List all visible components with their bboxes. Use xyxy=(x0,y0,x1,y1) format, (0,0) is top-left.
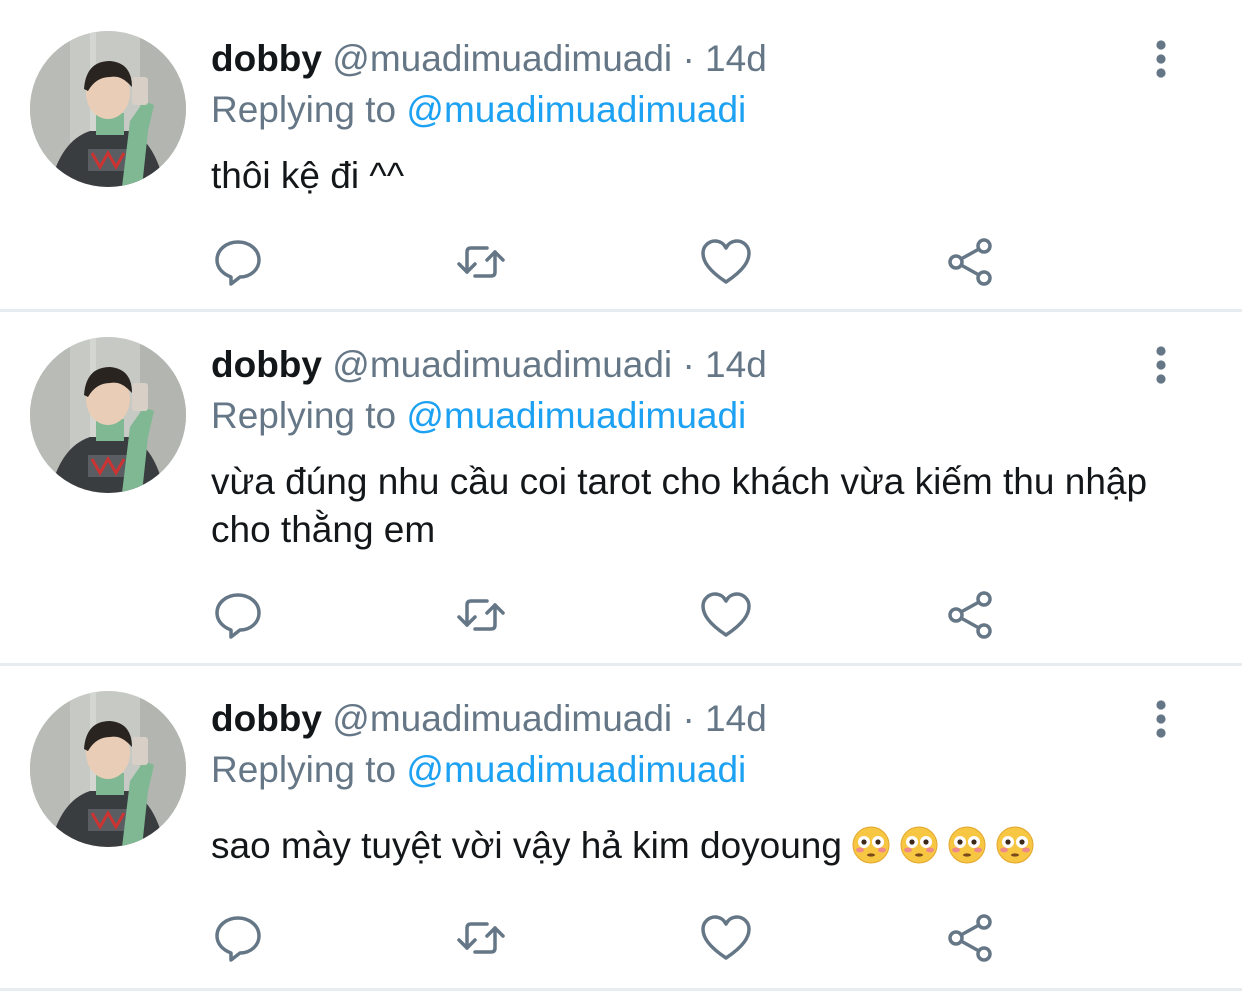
tweet[interactable]: dobby @muadimuadimuadi · 14d Replying to… xyxy=(0,666,1242,991)
replying-prefix: Replying to xyxy=(211,395,397,436)
display-name[interactable]: dobby xyxy=(211,698,322,739)
user-handle[interactable]: @muadimuadimuadi xyxy=(332,344,672,385)
avatar[interactable] xyxy=(30,691,186,847)
like-button[interactable] xyxy=(698,234,754,290)
flushed-face-emoji xyxy=(948,826,986,864)
share-icon xyxy=(948,238,992,286)
retweet-icon xyxy=(457,246,505,278)
tweet-header: dobby @muadimuadimuadi · 14d xyxy=(211,37,767,81)
flushed-face-emoji xyxy=(900,826,938,864)
tweet-text-body: sao mày tuyệt vời vậy hả kim doyoung xyxy=(211,825,842,866)
tweet[interactable]: dobby @muadimuadimuadi · 14d Replying to… xyxy=(0,0,1242,311)
reply-icon xyxy=(215,593,261,639)
tweet-text: sao mày tuyệt vời vậy hả kim doyoung xyxy=(211,822,1201,870)
more-options-button[interactable] xyxy=(1143,697,1179,747)
flushed-face-emoji xyxy=(996,826,1034,864)
user-handle[interactable]: @muadimuadimuadi xyxy=(332,698,672,739)
replying-to-link[interactable]: @muadimuadimuadi xyxy=(406,395,746,436)
more-vertical-icon xyxy=(1156,700,1166,738)
user-handle[interactable]: @muadimuadimuadi xyxy=(332,38,672,79)
replying-to: Replying to @muadimuadimuadi xyxy=(211,748,746,792)
tweet-text: thôi kệ đi ^^ xyxy=(211,155,405,196)
timestamp[interactable]: 14d xyxy=(705,698,767,739)
reply-icon xyxy=(215,240,261,286)
flushed-face-emoji xyxy=(852,826,890,864)
more-options-button[interactable] xyxy=(1143,343,1179,393)
separator: · xyxy=(682,38,695,79)
like-button[interactable] xyxy=(698,910,754,966)
more-vertical-icon xyxy=(1156,40,1166,78)
more-vertical-icon xyxy=(1156,346,1166,384)
like-icon xyxy=(701,915,751,960)
like-icon xyxy=(701,592,751,637)
retweet-button[interactable] xyxy=(453,910,509,966)
tweet[interactable]: dobby @muadimuadimuadi · 14d Replying to… xyxy=(0,312,1242,663)
replying-prefix: Replying to xyxy=(211,89,397,130)
replying-to: Replying to @muadimuadimuadi xyxy=(211,394,746,438)
timestamp[interactable]: 14d xyxy=(705,38,767,79)
replying-prefix: Replying to xyxy=(211,749,397,790)
retweet-icon xyxy=(457,599,505,631)
display-name[interactable]: dobby xyxy=(211,344,322,385)
timestamp[interactable]: 14d xyxy=(705,344,767,385)
reply-button[interactable] xyxy=(210,587,266,643)
reply-icon xyxy=(215,916,261,962)
tweet-text: vừa đúng nhu cầu coi tarot cho khách vừa… xyxy=(211,461,1148,550)
more-options-button[interactable] xyxy=(1143,37,1179,87)
reply-button[interactable] xyxy=(210,234,266,290)
retweet-icon xyxy=(457,922,505,954)
share-button[interactable] xyxy=(942,234,998,290)
separator: · xyxy=(682,698,695,739)
share-button[interactable] xyxy=(942,587,998,643)
tweet-header: dobby @muadimuadimuadi · 14d xyxy=(211,343,767,387)
retweet-button[interactable] xyxy=(453,587,509,643)
avatar[interactable] xyxy=(30,31,186,187)
avatar[interactable] xyxy=(30,337,186,493)
share-icon xyxy=(948,591,992,639)
display-name[interactable]: dobby xyxy=(211,38,322,79)
like-icon xyxy=(701,239,751,284)
replying-to: Replying to @muadimuadimuadi xyxy=(211,88,746,132)
replying-to-link[interactable]: @muadimuadimuadi xyxy=(406,89,746,130)
replying-to-link[interactable]: @muadimuadimuadi xyxy=(406,749,746,790)
like-button[interactable] xyxy=(698,587,754,643)
share-icon xyxy=(948,914,992,962)
retweet-button[interactable] xyxy=(453,234,509,290)
share-button[interactable] xyxy=(942,910,998,966)
separator: · xyxy=(682,344,695,385)
tweet-header: dobby @muadimuadimuadi · 14d xyxy=(211,697,767,741)
reply-button[interactable] xyxy=(210,910,266,966)
